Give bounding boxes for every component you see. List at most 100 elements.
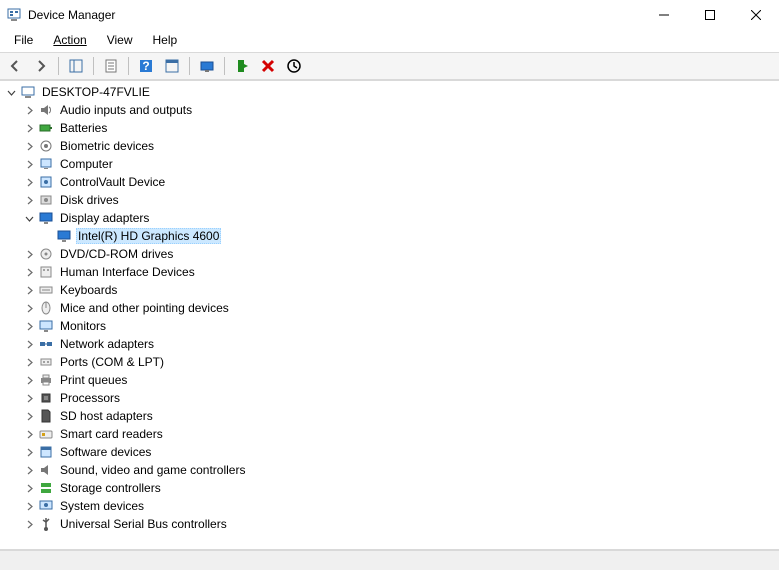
tree-node[interactable]: Processors xyxy=(0,389,779,407)
tree-node-label: Display adapters xyxy=(58,210,151,226)
tree-node[interactable]: Mice and other pointing devices xyxy=(0,299,779,317)
biometric-icon xyxy=(38,138,54,154)
tree-node-label: System devices xyxy=(58,498,146,514)
tree-node[interactable]: SD host adapters xyxy=(0,407,779,425)
tree-node[interactable]: Software devices xyxy=(0,443,779,461)
expander-closed-icon[interactable] xyxy=(22,175,36,189)
expander-open-icon[interactable] xyxy=(22,211,36,225)
expander-closed-icon[interactable] xyxy=(22,139,36,153)
tree-node-label: Monitors xyxy=(58,318,108,334)
tree-node[interactable]: Batteries xyxy=(0,119,779,137)
toolbar-separator xyxy=(93,57,94,75)
menu-help[interactable]: Help xyxy=(143,30,188,52)
expander-open-icon[interactable] xyxy=(4,85,18,99)
tree-node-label: Disk drives xyxy=(58,192,121,208)
expander-closed-icon[interactable] xyxy=(22,265,36,279)
expander-closed-icon[interactable] xyxy=(22,463,36,477)
mouse-icon xyxy=(38,300,54,316)
tree-node[interactable]: Intel(R) HD Graphics 4600 xyxy=(0,227,779,245)
expander-closed-icon[interactable] xyxy=(22,121,36,135)
menubar: File Action View Help xyxy=(0,30,779,52)
pc-icon xyxy=(38,156,54,172)
tree-node[interactable]: Smart card readers xyxy=(0,425,779,443)
menu-file[interactable]: File xyxy=(4,30,43,52)
properties-button[interactable] xyxy=(100,55,122,77)
device-tree[interactable]: DESKTOP-47FVLIEAudio inputs and outputs B… xyxy=(0,80,779,550)
close-button[interactable] xyxy=(733,0,779,30)
forward-button[interactable] xyxy=(30,55,52,77)
expander-closed-icon[interactable] xyxy=(22,517,36,531)
expander-closed-icon[interactable] xyxy=(22,319,36,333)
tree-node[interactable]: Display adapters xyxy=(0,209,779,227)
back-button[interactable] xyxy=(4,55,26,77)
tree-node[interactable]: Computer xyxy=(0,155,779,173)
tree-node-label: Network adapters xyxy=(58,336,156,352)
tree-node[interactable]: DESKTOP-47FVLIE xyxy=(0,83,779,101)
tree-node[interactable]: System devices xyxy=(0,497,779,515)
toolbar-separator xyxy=(189,57,190,75)
expander-closed-icon[interactable] xyxy=(22,355,36,369)
expander-closed-icon[interactable] xyxy=(22,409,36,423)
toolbar-separator xyxy=(224,57,225,75)
menu-action[interactable]: Action xyxy=(43,30,96,52)
menu-view[interactable]: View xyxy=(97,30,143,52)
storage-icon xyxy=(38,480,54,496)
computer-icon xyxy=(20,84,36,100)
tree-node-label: DVD/CD-ROM drives xyxy=(58,246,175,262)
tree-node[interactable]: DVD/CD-ROM drives xyxy=(0,245,779,263)
scan-hardware-button[interactable] xyxy=(283,55,305,77)
tree-node[interactable]: Disk drives xyxy=(0,191,779,209)
minimize-button[interactable] xyxy=(641,0,687,30)
expander-closed-icon[interactable] xyxy=(22,193,36,207)
expander-closed-icon[interactable] xyxy=(22,427,36,441)
monitor-icon xyxy=(38,318,54,334)
expander-closed-icon[interactable] xyxy=(22,481,36,495)
help-button[interactable]: ? xyxy=(135,55,157,77)
tree-node[interactable]: Monitors xyxy=(0,317,779,335)
tree-node-label: Storage controllers xyxy=(58,480,163,496)
expander-closed-icon[interactable] xyxy=(22,445,36,459)
enable-device-button[interactable] xyxy=(231,55,253,77)
uninstall-device-button[interactable] xyxy=(257,55,279,77)
tree-node-label: Universal Serial Bus controllers xyxy=(58,516,229,532)
tree-node-label: Human Interface Devices xyxy=(58,264,197,280)
port-icon xyxy=(38,354,54,370)
tree-node[interactable]: Keyboards xyxy=(0,281,779,299)
tree-node-label: Keyboards xyxy=(58,282,119,298)
expander-closed-icon[interactable] xyxy=(22,283,36,297)
tree-node-label: ControlVault Device xyxy=(58,174,167,190)
tree-node-label: Software devices xyxy=(58,444,153,460)
expander-closed-icon[interactable] xyxy=(22,337,36,351)
audio-icon xyxy=(38,102,54,118)
expander-closed-icon[interactable] xyxy=(22,247,36,261)
tree-node[interactable]: Sound, video and game controllers xyxy=(0,461,779,479)
tree-node[interactable]: Biometric devices xyxy=(0,137,779,155)
dvd-icon xyxy=(38,246,54,262)
expander-closed-icon[interactable] xyxy=(22,391,36,405)
tree-node-label: SD host adapters xyxy=(58,408,155,424)
tree-node-label: Batteries xyxy=(58,120,109,136)
battery-icon xyxy=(38,120,54,136)
expander-closed-icon[interactable] xyxy=(22,499,36,513)
tree-node[interactable]: Ports (COM & LPT) xyxy=(0,353,779,371)
maximize-button[interactable] xyxy=(687,0,733,30)
tree-node-label: Audio inputs and outputs xyxy=(58,102,194,118)
printer-icon xyxy=(38,372,54,388)
tree-node[interactable]: Human Interface Devices xyxy=(0,263,779,281)
tree-node[interactable]: Audio inputs and outputs xyxy=(0,101,779,119)
update-driver-button[interactable] xyxy=(196,55,218,77)
tree-node[interactable]: Network adapters xyxy=(0,335,779,353)
keyboard-icon xyxy=(38,282,54,298)
tree-node[interactable]: Storage controllers xyxy=(0,479,779,497)
tree-node[interactable]: Print queues xyxy=(0,371,779,389)
expander-closed-icon[interactable] xyxy=(22,157,36,171)
expander-closed-icon[interactable] xyxy=(22,301,36,315)
expander-closed-icon[interactable] xyxy=(22,373,36,387)
hid-icon xyxy=(38,264,54,280)
tree-node[interactable]: ControlVault Device xyxy=(0,173,779,191)
show-hide-tree-button[interactable] xyxy=(65,55,87,77)
expander-closed-icon[interactable] xyxy=(22,103,36,117)
tree-node[interactable]: Universal Serial Bus controllers xyxy=(0,515,779,533)
action-button[interactable] xyxy=(161,55,183,77)
tree-node-label: Biometric devices xyxy=(58,138,156,154)
